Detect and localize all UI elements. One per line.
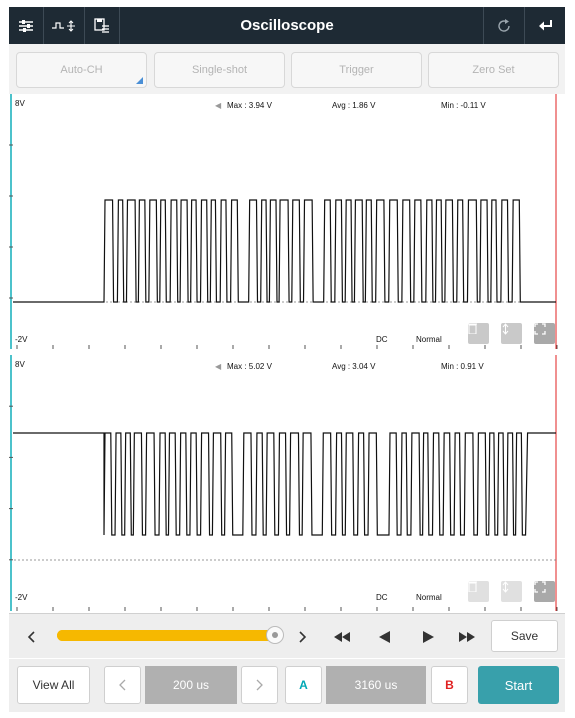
back-arrow-icon[interactable] [529,7,563,44]
chevron-left-icon [119,679,126,691]
ch1-left-arrow-icon[interactable]: ◀ [215,101,221,110]
rewind-icon[interactable] [327,614,357,659]
toolbar-divider [483,7,484,44]
ch2-mode: Normal [416,593,442,602]
timebase-display: 200 us [145,666,237,704]
ch2-top-voltage: 8V [15,360,25,369]
slider-thumb-dot [272,632,278,638]
auto-ch-button[interactable]: Auto-CH [16,52,147,88]
ch2-vertical-scale-icon[interactable] [501,581,522,602]
toolbar-divider [119,7,120,44]
cursor-delta-display: 3160 us [326,666,426,704]
signal-trace [13,432,556,536]
cursor-a-label: A [299,678,308,692]
trigger-label: Trigger [339,64,374,76]
ch2-avg: Avg : 3.04 V [332,362,376,371]
step-back-icon[interactable] [369,614,399,659]
ch2-delete-icon[interactable] [468,581,489,602]
ch2-fullscreen-icon[interactable] [534,581,555,602]
transport-bar: Save [9,613,565,658]
ch1-fullscreen-icon[interactable] [534,323,555,344]
cursor-delta-value: 3160 us [354,678,398,692]
page-title: Oscilloscope [240,17,334,34]
start-label: Start [504,677,533,693]
step-forward-icon[interactable] [413,614,443,659]
ch1-coupling: DC [376,335,388,344]
timebase-value: 200 us [172,678,210,692]
view-all-label: View All [32,678,75,692]
ch1-max: Max : 3.94 V [227,101,272,110]
waveform-toggle-icon[interactable] [44,7,84,44]
ch2-left-arrow-icon[interactable]: ◀ [215,362,221,371]
signal-trace [13,199,556,303]
ch1-top-voltage: 8V [15,99,25,108]
ch2-max: Max : 5.02 V [227,362,272,371]
bottom-bar: View All 200 us A 3160 us B Start [9,659,565,712]
ch2-min: Min : 0.91 V [441,362,484,371]
channel-2-panel[interactable]: 8V ◀ Max : 5.02 V Avg : 3.04 V Min : 0.9… [9,355,565,611]
ch1-bottom-voltage: -2V [15,335,28,344]
playback-progress-track[interactable] [57,630,281,641]
start-button[interactable]: Start [478,666,559,704]
channel-1-waveform [9,94,558,349]
playback-progress-fill [57,630,281,641]
channel-1-panel[interactable]: 8V ◀ Max : 3.94 V Avg : 1.86 V Min : -0.… [9,94,565,349]
chevron-right-icon [256,679,263,691]
cursor-b-label: B [445,678,454,692]
trigger-button[interactable]: Trigger [291,52,422,88]
single-shot-label: Single-shot [191,64,248,76]
ch1-delete-icon[interactable] [468,323,489,344]
save-button[interactable]: Save [491,620,558,652]
save-list-icon[interactable] [85,7,119,44]
dropdown-corner-icon [136,77,143,84]
chevron-right-icon[interactable] [291,614,315,659]
channel-2-waveform [9,355,558,611]
chevron-left-icon[interactable] [19,614,43,659]
cursor-a-button[interactable]: A [285,666,322,704]
timebase-increase-button[interactable] [241,666,278,704]
ch1-min: Min : -0.11 V [441,101,486,110]
zero-set-label: Zero Set [472,64,515,76]
cursor-b-button[interactable]: B [431,666,468,704]
auto-ch-label: Auto-CH [60,64,103,76]
ch1-mode: Normal [416,335,442,344]
ch1-vertical-scale-icon[interactable] [501,323,522,344]
ch2-bottom-voltage: -2V [15,593,28,602]
settings-sliders-icon[interactable] [9,7,43,44]
zero-set-button[interactable]: Zero Set [428,52,559,88]
single-shot-button[interactable]: Single-shot [154,52,285,88]
playback-slider-thumb[interactable] [266,626,284,644]
ch2-coupling: DC [376,593,388,602]
view-all-button[interactable]: View All [17,666,90,704]
save-label: Save [510,629,539,643]
title-bar: Oscilloscope [9,7,565,44]
toolbar-divider [524,7,525,44]
mode-button-row: Auto-CH Single-shot Trigger Zero Set [9,44,565,94]
fast-forward-icon[interactable] [452,614,482,659]
ch1-avg: Avg : 1.86 V [332,101,376,110]
refresh-icon[interactable] [487,7,521,44]
timebase-decrease-button[interactable] [104,666,141,704]
